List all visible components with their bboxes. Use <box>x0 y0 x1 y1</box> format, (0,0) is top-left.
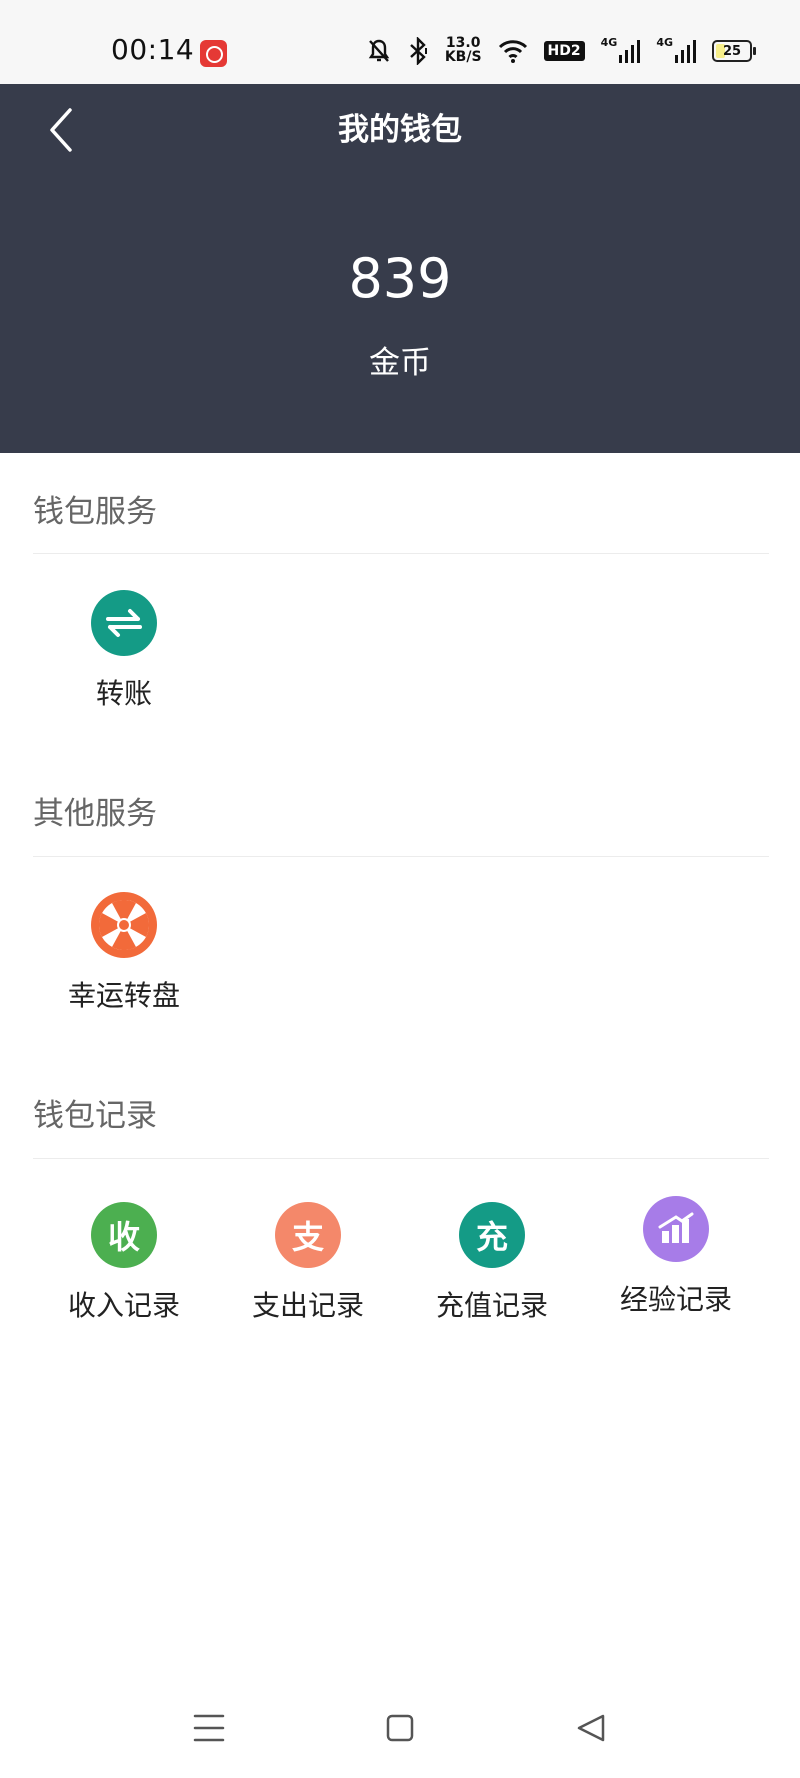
wallet-header: 我的钱包 839 金币 <box>0 84 800 453</box>
transfer-button[interactable]: 转账 <box>39 590 209 712</box>
menu-button[interactable] <box>185 1706 233 1750</box>
status-time: 00:14 <box>111 33 195 66</box>
recharge-record-button[interactable]: 充 充值记录 <box>407 1202 577 1324</box>
status-bar: 00:14 13.0 KB/S HD2 4G 4G 25 <box>0 0 800 84</box>
system-back-button[interactable] <box>567 1706 615 1750</box>
bar-chart-up-icon <box>643 1196 709 1262</box>
divider <box>33 553 769 554</box>
income-record-button[interactable]: 收 收入记录 <box>39 1202 209 1324</box>
transfer-icon <box>91 590 157 656</box>
home-button[interactable] <box>376 1706 424 1750</box>
network-speed-value: 13.0 <box>445 35 481 51</box>
signal-icon-2: 4G <box>656 36 696 66</box>
recharge-record-label: 充值记录 <box>435 1289 548 1322</box>
divider <box>33 1158 769 1159</box>
income-icon: 收 <box>91 1202 157 1268</box>
signal-label-2: 4G <box>656 36 673 49</box>
lucky-wheel-icon <box>91 892 157 958</box>
hd-label: HD2 <box>543 41 585 61</box>
hd-icon: HD2 <box>543 36 585 66</box>
lucky-wheel-label: 幸运转盘 <box>67 979 180 1012</box>
mute-icon <box>367 36 391 66</box>
network-speed-unit: KB/S <box>444 49 482 65</box>
transfer-label: 转账 <box>95 677 152 710</box>
netease-music-icon <box>200 40 227 67</box>
recharge-icon: 充 <box>459 1202 525 1268</box>
wifi-icon <box>498 36 528 66</box>
experience-record-button[interactable]: 经验记录 <box>591 1196 761 1318</box>
network-speed: 13.0 KB/S <box>445 36 482 66</box>
expense-record-label: 支出记录 <box>251 1289 364 1322</box>
coin-balance: 839 <box>348 247 452 310</box>
menu-icon <box>193 1714 225 1742</box>
signal-label-1: 4G <box>600 36 618 49</box>
battery-level: 25 <box>722 43 742 59</box>
income-record-label: 收入记录 <box>67 1289 180 1322</box>
coin-unit-label: 金币 <box>369 345 431 381</box>
section-title-wallet-service: 钱包服务 <box>33 494 157 530</box>
section-title-wallet-records: 钱包记录 <box>33 1098 157 1134</box>
expense-record-button[interactable]: 支 支出记录 <box>223 1202 393 1324</box>
page-title: 我的钱包 <box>338 112 462 148</box>
status-icons: 13.0 KB/S HD2 4G 4G 25 <box>367 36 756 66</box>
bluetooth-icon <box>407 36 429 66</box>
home-square-icon <box>386 1714 414 1742</box>
section-title-other-service: 其他服务 <box>33 796 157 832</box>
expense-icon: 支 <box>275 1202 341 1268</box>
battery-icon: 25 <box>712 36 756 66</box>
experience-record-label: 经验记录 <box>619 1283 732 1316</box>
signal-icon: 4G <box>601 36 641 66</box>
back-triangle-icon <box>577 1714 605 1742</box>
lucky-wheel-button[interactable]: 幸运转盘 <box>39 892 209 1014</box>
divider <box>33 856 769 857</box>
